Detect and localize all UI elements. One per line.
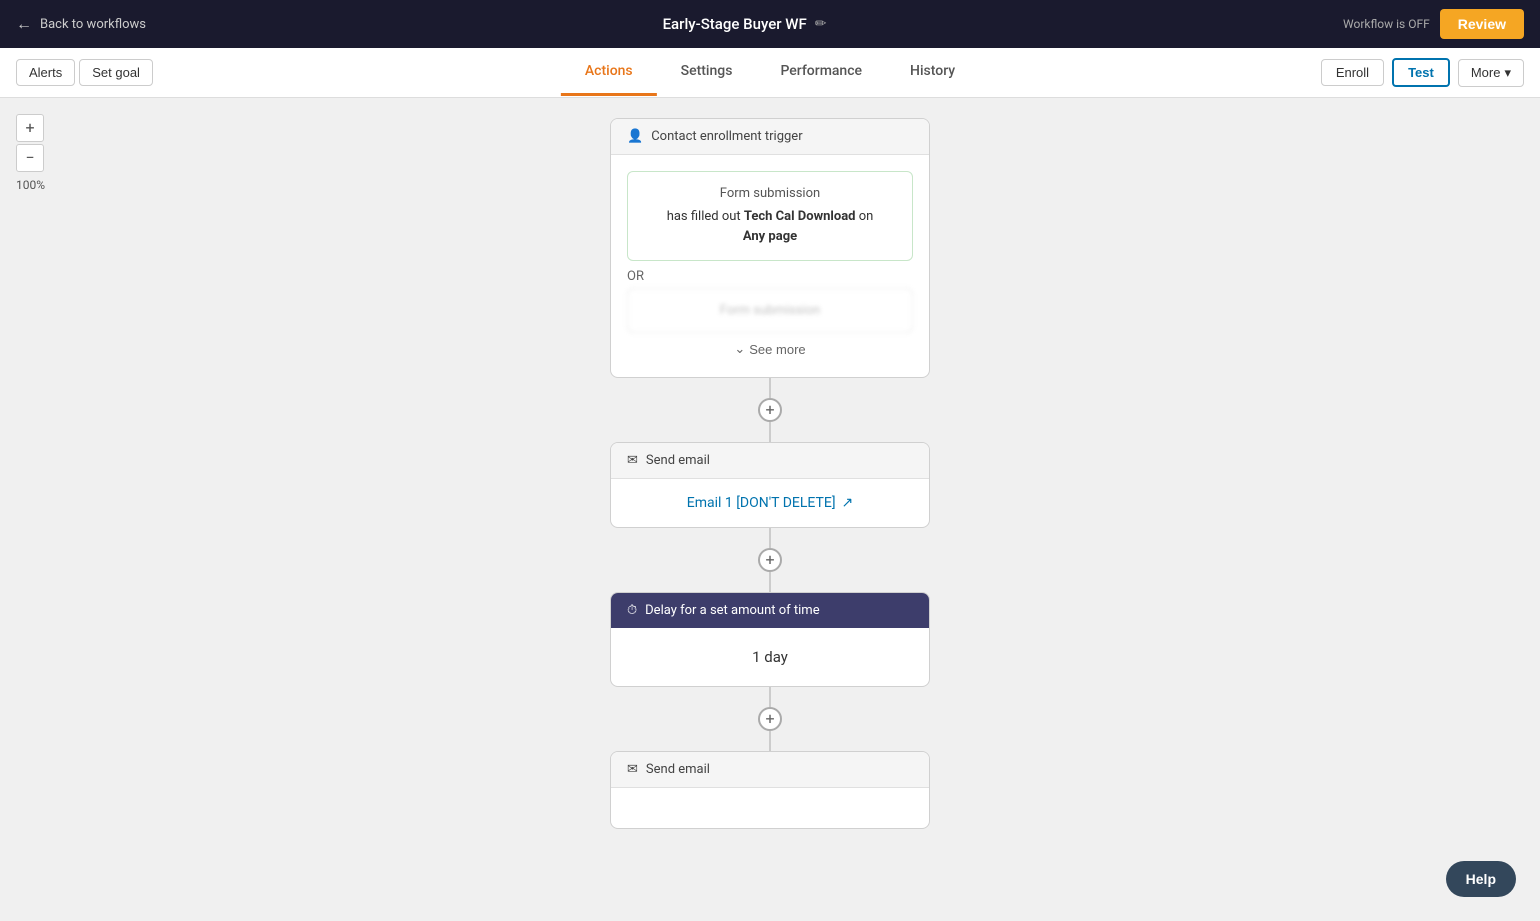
connector-line-bottom-3 <box>769 731 771 751</box>
back-to-workflows[interactable]: ← Back to workflows <box>16 14 146 34</box>
connector-line-bottom-2 <box>769 572 771 592</box>
connector-line-bottom-1 <box>769 422 771 442</box>
trigger-body: Form submission has filled out Tech Cal … <box>611 155 929 377</box>
delay-header: ⏱ Delay for a set amount of time <box>611 593 929 628</box>
workflow-content: 👤 Contact enrollment trigger Form submis… <box>0 98 1540 829</box>
send-email-card-2[interactable]: ✉ Send email <box>610 751 930 829</box>
tab-settings[interactable]: Settings <box>657 49 757 96</box>
form-submission-desc: has filled out Tech Cal Download on Any … <box>642 207 898 246</box>
enroll-button[interactable]: Enroll <box>1321 59 1384 86</box>
email-link-1[interactable]: Email 1 [DON'T DELETE] ↗ <box>627 495 913 511</box>
envelope-icon-1: ✉ <box>627 453 638 468</box>
more-chevron-icon: ▾ <box>1504 65 1511 81</box>
add-step-button-2[interactable]: + <box>758 548 782 572</box>
connector-3: + <box>758 687 782 751</box>
tab-actions[interactable]: Actions <box>561 49 657 96</box>
form-desc-suffix: on <box>855 209 873 224</box>
connector-line-top-1 <box>769 378 771 398</box>
send-email-label-1: Send email <box>646 453 710 468</box>
topbar: ← Back to workflows Early-Stage Buyer WF… <box>0 0 1540 48</box>
delay-header-label: Delay for a set amount of time <box>645 603 819 618</box>
add-step-button-3[interactable]: + <box>758 707 782 731</box>
add-step-button-1[interactable]: + <box>758 398 782 422</box>
or-label: OR <box>627 261 913 288</box>
form-desc-prefix: has filled out <box>667 209 744 224</box>
back-arrow-icon: ← <box>16 14 32 34</box>
form-name: Tech Cal Download <box>744 209 856 224</box>
trigger-header-label: Contact enrollment trigger <box>651 129 802 144</box>
help-button[interactable]: Help <box>1446 861 1516 897</box>
send-email-header-1: ✉ Send email <box>611 443 929 479</box>
review-button[interactable]: Review <box>1440 9 1524 39</box>
nav-tabs: Actions Settings Performance History <box>561 49 979 96</box>
send-email-body-1: Email 1 [DON'T DELETE] ↗ <box>611 479 929 527</box>
workflow-status: Workflow is OFF <box>1343 17 1430 31</box>
blurred-form-card: Form submission <box>627 288 913 333</box>
contact-icon: 👤 <box>627 129 643 144</box>
trigger-card[interactable]: 👤 Contact enrollment trigger Form submis… <box>610 118 930 378</box>
see-more-row: ⌄ See more <box>627 333 913 361</box>
clock-icon: ⏱ <box>627 603 637 618</box>
workflow-name: Early-Stage Buyer WF <box>663 15 807 33</box>
delay-card-wrapper: ⏱ Delay for a set amount of time 1 day <box>610 592 930 687</box>
connector-line-top-3 <box>769 687 771 707</box>
more-label: More <box>1471 65 1501 80</box>
see-more-button[interactable]: ⌄ See more <box>734 341 805 357</box>
see-more-label: See more <box>749 342 805 357</box>
external-link-icon: ↗ <box>842 495 854 511</box>
trigger-card-wrapper: 👤 Contact enrollment trigger Form submis… <box>610 118 930 378</box>
trigger-header: 👤 Contact enrollment trigger <box>611 119 929 155</box>
form-page-label: Any page <box>743 229 797 244</box>
send-email-card-1[interactable]: ✉ Send email Email 1 [DON'T DELETE] ↗ <box>610 442 930 528</box>
navbar-left: Alerts Set goal <box>16 59 153 86</box>
envelope-icon-2: ✉ <box>627 762 638 777</box>
delay-value: 1 day <box>752 648 788 666</box>
workflow-canvas: + − 100% 👤 Contact enrollment trigger Fo… <box>0 98 1540 921</box>
navbar-right: Enroll Test More ▾ <box>1321 58 1524 87</box>
alerts-button[interactable]: Alerts <box>16 59 75 86</box>
send-email-card-wrapper-1: ✉ Send email Email 1 [DON'T DELETE] ↗ <box>610 442 930 528</box>
navbar: Alerts Set goal Actions Settings Perform… <box>0 48 1540 98</box>
edit-icon[interactable]: ✏ <box>815 16 827 32</box>
send-email-body-2 <box>611 788 929 828</box>
set-goal-button[interactable]: Set goal <box>79 59 153 86</box>
delay-card[interactable]: ⏱ Delay for a set amount of time 1 day <box>610 592 930 687</box>
email-link-text-1: Email 1 [DON'T DELETE] <box>687 495 836 511</box>
send-email-label-2: Send email <box>646 762 710 777</box>
send-email-header-2: ✉ Send email <box>611 752 929 788</box>
connector-1: + <box>758 378 782 442</box>
workflow-title-group: Early-Stage Buyer WF ✏ <box>663 15 827 33</box>
connector-line-top-2 <box>769 528 771 548</box>
connector-2: + <box>758 528 782 592</box>
chevron-down-icon: ⌄ <box>734 341 745 357</box>
blurred-form-title: Form submission <box>642 303 898 318</box>
topbar-right: Workflow is OFF Review <box>1343 9 1524 39</box>
form-submission-card[interactable]: Form submission has filled out Tech Cal … <box>627 171 913 261</box>
tab-performance[interactable]: Performance <box>756 49 886 96</box>
tab-history[interactable]: History <box>886 49 979 96</box>
test-button[interactable]: Test <box>1392 58 1450 87</box>
back-label: Back to workflows <box>40 17 146 32</box>
more-button[interactable]: More ▾ <box>1458 59 1524 87</box>
form-submission-title: Form submission <box>642 186 898 201</box>
send-email-card-wrapper-2: ✉ Send email <box>610 751 930 829</box>
delay-body: 1 day <box>611 628 929 686</box>
